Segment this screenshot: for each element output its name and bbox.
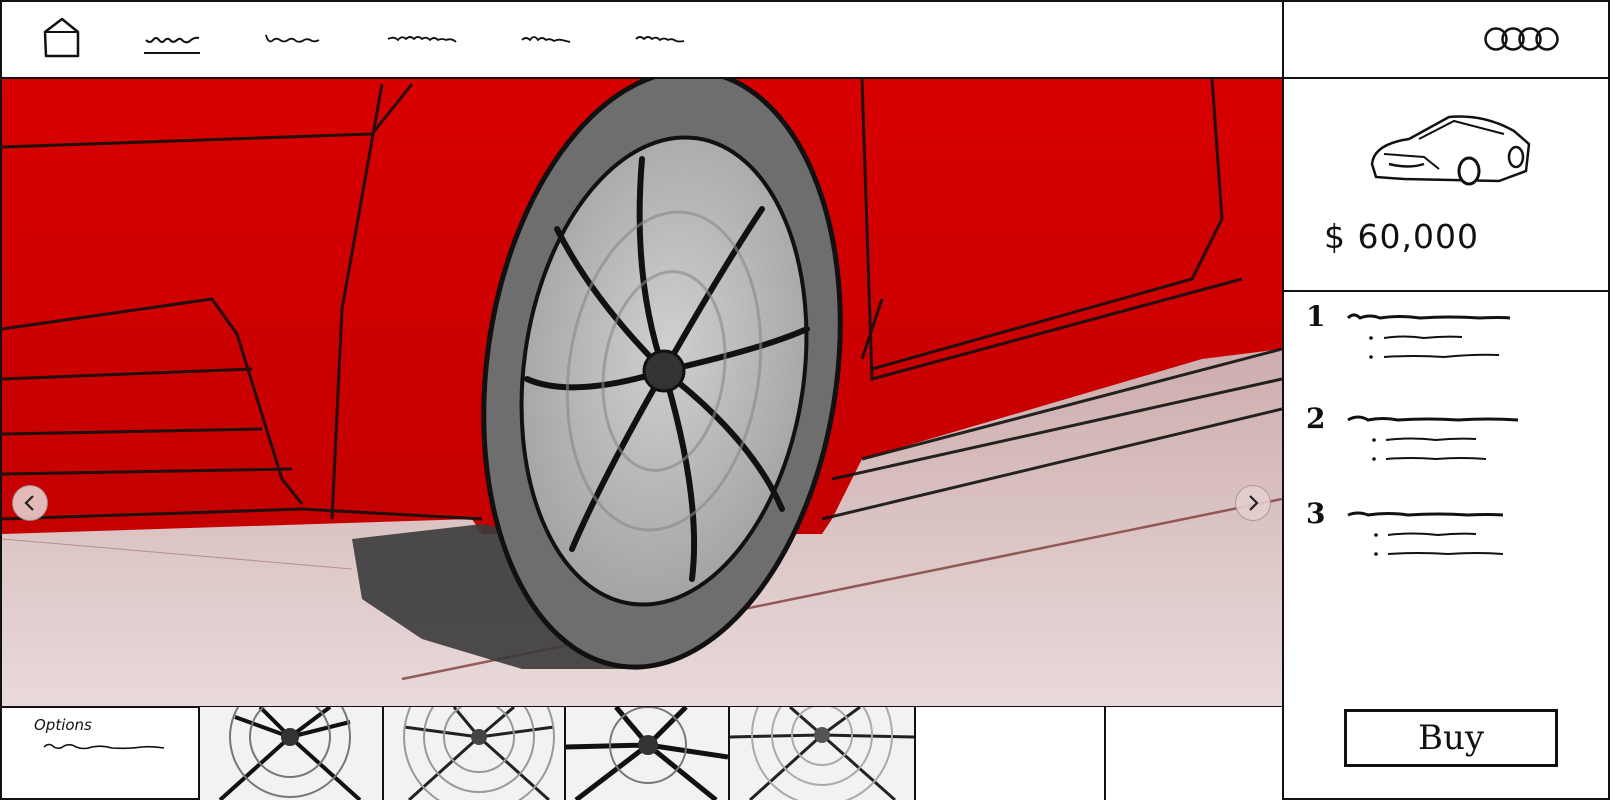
nav-item-4[interactable] [520, 30, 580, 54]
spec-item-1: 1 [1306, 300, 1596, 380]
nav-item-1[interactable] [144, 30, 214, 54]
wheel-thumbnail-1[interactable] [200, 707, 384, 800]
empty-thumbnail-slot-2 [1106, 707, 1282, 800]
wheel-thumbnail-2-image [403, 707, 555, 800]
wheel-thumbnail-2[interactable] [384, 707, 566, 800]
carousel-next-button[interactable] [1235, 485, 1271, 521]
wheel-thumbnail-3-image [566, 707, 728, 800]
spec-item-3: 3 [1306, 497, 1596, 577]
four-rings-logo-icon [1484, 27, 1559, 51]
product-sidebar: $ 60,000 1 2 3 Buy [1282, 79, 1610, 800]
top-nav-bar [2, 2, 1282, 79]
nav-item-3[interactable] [386, 30, 466, 54]
spec-number: 2 [1306, 402, 1326, 435]
app-window: Options $ 60,000 1 2 3 Buy [0, 0, 1610, 800]
nav-item-4-scribble [521, 36, 571, 43]
home-button[interactable] [42, 16, 82, 58]
spec-item-2-scribble [1347, 415, 1519, 461]
chevron-left-icon [24, 495, 34, 511]
wheel-thumbnail-4[interactable] [730, 707, 916, 800]
hero-carousel [2, 79, 1282, 708]
nav-item-5-scribble [635, 36, 685, 43]
wheel-thumbnail-3[interactable] [566, 707, 730, 800]
chevron-right-icon [1249, 495, 1259, 511]
nav-item-2[interactable] [264, 30, 334, 54]
nav-active-underline [144, 52, 200, 54]
spec-number: 3 [1306, 497, 1326, 530]
nav-item-1-scribble [145, 36, 200, 44]
car-sketch-image [1370, 115, 1531, 186]
car-wheel-hero-image [2, 79, 1282, 706]
empty-thumbnail-slot-1 [916, 707, 1106, 800]
product-card: $ 60,000 [1284, 79, 1610, 292]
nav-item-2-scribble [265, 34, 320, 43]
spec-item-1-scribble [1346, 313, 1511, 359]
spec-number: 1 [1306, 300, 1326, 333]
options-scribble [43, 743, 165, 750]
spec-item-3-scribble [1347, 511, 1504, 556]
price-label: $ 60,000 [1324, 217, 1479, 256]
options-label: Options [34, 716, 92, 734]
header-brand-area [1282, 2, 1610, 79]
options-selector[interactable]: Options [2, 707, 200, 800]
buy-button[interactable]: Buy [1344, 709, 1558, 767]
wheel-thumbnail-1-image [218, 707, 362, 800]
nav-item-3-scribble [387, 36, 457, 43]
nav-item-5[interactable] [634, 30, 689, 54]
carousel-prev-button[interactable] [12, 485, 48, 521]
spec-list: 1 2 3 [1284, 292, 1610, 592]
wheel-thumbnail-4-image [730, 707, 914, 800]
spec-item-2: 2 [1306, 402, 1596, 482]
home-icon [43, 17, 80, 58]
thumbnail-strip: Options [2, 707, 1282, 800]
